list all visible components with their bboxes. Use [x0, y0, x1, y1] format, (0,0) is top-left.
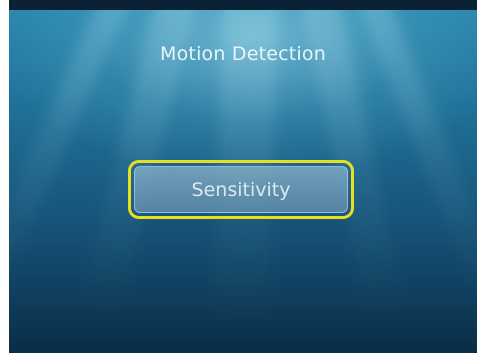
sensitivity-button[interactable]: Sensitivity: [134, 166, 348, 213]
menu-screen: Motion Detection Sensitivity: [9, 10, 477, 353]
device-frame: Motion Detection Sensitivity: [0, 0, 486, 363]
page-title: Motion Detection: [160, 43, 326, 65]
top-bezel: [9, 0, 477, 10]
